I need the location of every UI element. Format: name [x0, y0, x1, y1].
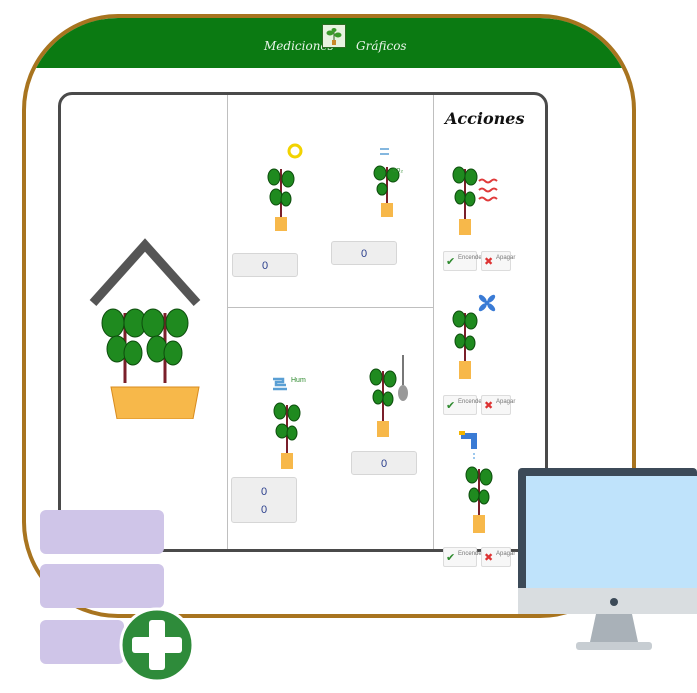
- co2-readout: 0: [331, 241, 397, 265]
- soil-probe-icon: [398, 355, 408, 401]
- light-readout: 0: [232, 253, 298, 277]
- fan-off-button[interactable]: ✖ Apagar: [481, 395, 515, 415]
- cross-icon: ✖: [484, 400, 494, 412]
- monitor-icon: [518, 468, 697, 650]
- fan-on-label: Encender: [458, 399, 484, 405]
- humidity-label: Hum: [291, 377, 306, 384]
- plant-logo-icon: [322, 24, 346, 48]
- check-icon: ✔: [446, 256, 456, 268]
- water-off-label: Apagar: [496, 551, 516, 557]
- fan-on-button[interactable]: ✔ Encender: [443, 395, 484, 415]
- humidity-value: 0: [260, 486, 268, 498]
- co2-label: co₂: [393, 167, 404, 174]
- top-navigation-bar: Mediciones Gráficos: [26, 18, 632, 68]
- water-on-label: Encender: [458, 551, 484, 557]
- cross-icon: ✖: [484, 256, 494, 268]
- heater-plant: [452, 166, 498, 235]
- heater-off-button[interactable]: ✖ Apagar: [481, 251, 515, 271]
- humidity-readout: 0 0: [231, 477, 297, 523]
- fan-off-label: Apagar: [496, 399, 516, 405]
- actions-heading: Acciones: [445, 109, 525, 128]
- stack-block: [40, 510, 164, 554]
- soil-readout: 0: [351, 451, 417, 475]
- row-divider: [227, 307, 433, 308]
- humidity-waves-icon: [273, 377, 287, 391]
- heater-off-label: Apagar: [496, 255, 516, 261]
- faucet-icon: [459, 431, 477, 459]
- check-icon: ✔: [446, 400, 456, 412]
- water-off-button[interactable]: ✖ Apagar: [481, 547, 515, 567]
- heater-on-button[interactable]: ✔ Encender: [443, 251, 484, 271]
- co2-sensor-plant: [373, 148, 400, 217]
- water-on-button[interactable]: ✔ Encender: [443, 547, 484, 567]
- stack-block: [40, 620, 124, 664]
- plant-left: [101, 308, 147, 383]
- plant-right: [141, 308, 189, 383]
- check-icon: ✔: [446, 552, 456, 564]
- heater-on-label: Encender: [458, 255, 484, 261]
- column-divider: [433, 95, 434, 549]
- humidity-sensor-plant: [273, 377, 301, 469]
- add-plus-icon[interactable]: [118, 606, 196, 684]
- dashboard-screen: 0 co₂ 0 Hum 0 0 0 Acciones ✔ Encender ✖ …: [58, 92, 548, 567]
- water-plant: [459, 431, 493, 533]
- column-divider: [227, 95, 228, 549]
- heat-waves-icon: [478, 178, 498, 202]
- fan-icon: [478, 294, 496, 312]
- nav-link-graficos[interactable]: Gráficos: [356, 39, 407, 53]
- sun-icon: [287, 143, 303, 159]
- greenhouse-illustration: [89, 238, 201, 419]
- stack-block: [40, 564, 164, 608]
- soil-sensor-plant: [369, 355, 408, 437]
- light-sensor-plant: [267, 143, 303, 231]
- humidity-value: 0: [260, 504, 268, 516]
- cross-icon: ✖: [484, 552, 494, 564]
- fan-plant: [452, 294, 496, 379]
